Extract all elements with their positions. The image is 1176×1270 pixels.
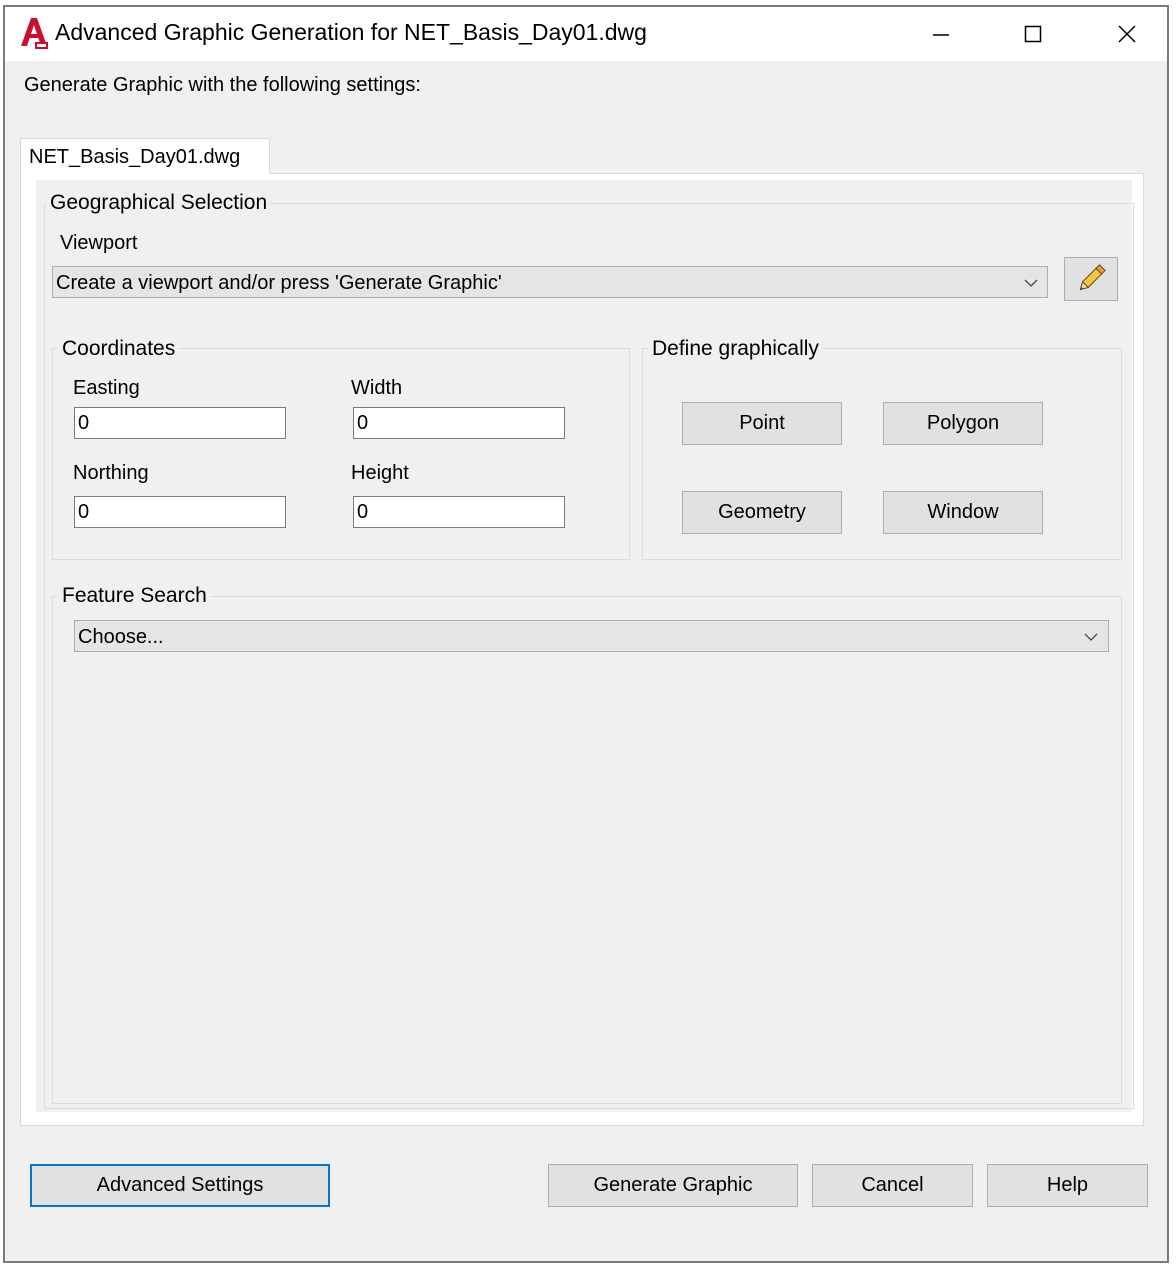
generate-graphic-button[interactable]: Generate Graphic (548, 1164, 798, 1207)
geographical-selection-legend: Geographical Selection (46, 191, 272, 215)
intro-label: Generate Graphic with the following sett… (24, 74, 421, 96)
easting-label: Easting (73, 377, 140, 399)
close-icon (1118, 25, 1136, 43)
minimize-icon (933, 34, 949, 36)
advanced-settings-button[interactable]: Advanced Settings (30, 1164, 330, 1207)
viewport-dropdown[interactable]: Create a viewport and/or press 'Generate… (52, 266, 1048, 298)
window-button[interactable]: Window (883, 491, 1043, 534)
feature-search-dropdown-value: Choose... (78, 626, 164, 648)
point-button[interactable]: Point (682, 402, 842, 445)
chevron-down-icon (1084, 633, 1098, 641)
height-input[interactable] (353, 496, 565, 528)
coordinates-legend: Coordinates (58, 337, 180, 361)
edit-viewport-button[interactable] (1064, 257, 1118, 301)
feature-search-dropdown[interactable]: Choose... (74, 620, 1109, 652)
polygon-button[interactable]: Polygon (883, 402, 1043, 445)
northing-input[interactable] (74, 496, 286, 528)
northing-label: Northing (73, 462, 149, 484)
feature-search-group (52, 596, 1122, 1104)
width-label: Width (351, 377, 403, 399)
viewport-dropdown-value: Create a viewport and/or press 'Generate… (56, 272, 502, 294)
autocad-map-icon (19, 16, 49, 50)
cancel-button[interactable]: Cancel (812, 1164, 973, 1207)
width-input[interactable] (353, 407, 565, 439)
window-title: Advanced Graphic Generation for NET_Basi… (55, 19, 647, 45)
title-bar: Advanced Graphic Generation for NET_Basi… (5, 7, 1167, 61)
tab-net-basis[interactable]: NET_Basis_Day01.dwg (20, 138, 270, 174)
define-graphically-legend: Define graphically (648, 337, 823, 361)
height-label: Height (351, 462, 409, 484)
minimize-button[interactable] (911, 7, 971, 61)
geometry-button[interactable]: Geometry (682, 491, 842, 534)
easting-input[interactable] (74, 407, 286, 439)
maximize-button[interactable] (1003, 7, 1063, 61)
maximize-icon (1024, 25, 1042, 43)
chevron-down-icon (1024, 279, 1038, 287)
help-button[interactable]: Help (987, 1164, 1148, 1207)
tab-label: NET_Basis_Day01.dwg (29, 146, 241, 168)
close-button[interactable] (1097, 7, 1157, 61)
feature-search-legend: Feature Search (58, 584, 211, 608)
pencil-icon (1079, 264, 1106, 291)
viewport-label: Viewport (60, 232, 138, 254)
